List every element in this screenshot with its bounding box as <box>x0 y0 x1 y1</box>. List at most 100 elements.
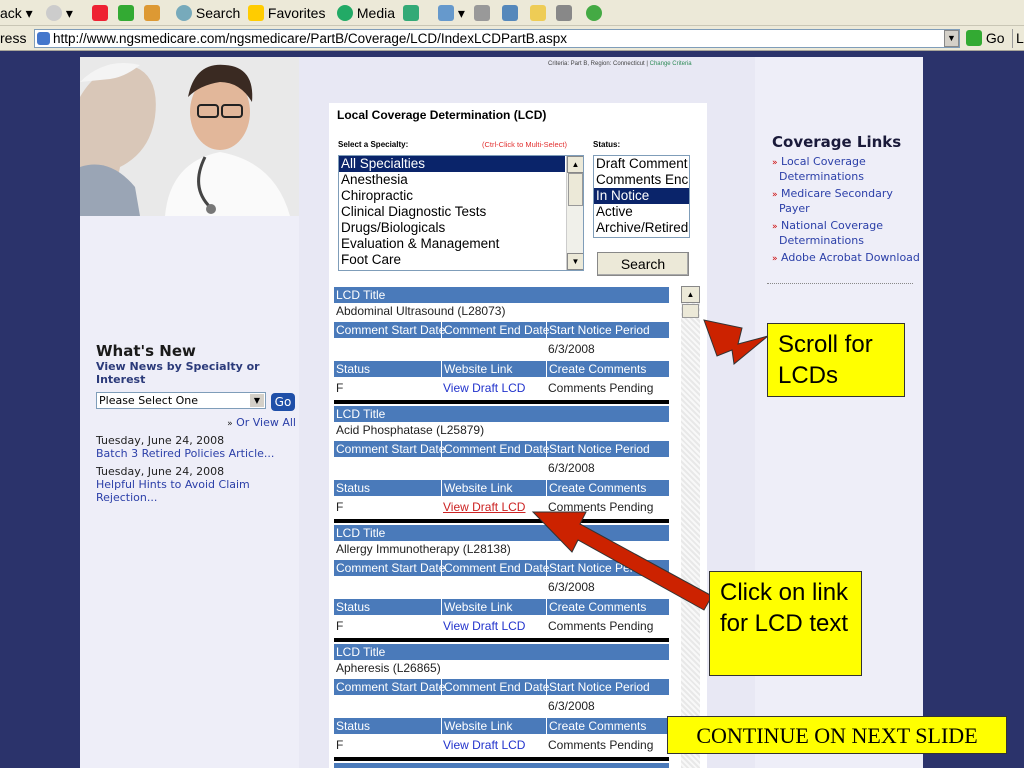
bullet-icon: » <box>227 419 233 429</box>
left-column: What's New View News by Specialty or Int… <box>80 57 299 768</box>
comment-start-date <box>334 460 439 476</box>
mail-icon <box>438 5 454 21</box>
divider <box>767 283 913 284</box>
url-input[interactable]: http://www.ngsmedicare.com/ngsmedicare/P… <box>34 29 960 48</box>
divider <box>334 638 669 642</box>
change-criteria-link[interactable]: Change Criteria <box>650 61 692 67</box>
go-arrow-icon <box>966 30 982 46</box>
scroll-thumb[interactable] <box>568 173 583 206</box>
forward-icon <box>46 5 62 21</box>
address-go-button[interactable]: Go <box>966 29 1005 48</box>
lcd-title: Acid Phosphatase (L25879) <box>336 423 485 437</box>
header-cell: Website Link <box>441 599 545 615</box>
start-notice-date: 6/3/2008 <box>548 342 595 356</box>
status-header-row: Status Website Link Create Comments <box>334 599 669 615</box>
news-link[interactable]: Batch 3 Retired Policies Article... <box>96 447 296 460</box>
header-cell: Start Notice Period <box>546 441 669 457</box>
folder-button[interactable] <box>530 3 546 23</box>
specialty-option[interactable]: Clinical Diagnostic Tests <box>339 204 565 220</box>
comment-start-date <box>334 579 439 595</box>
next-lcd-header <box>334 763 669 768</box>
view-draft-lcd-link[interactable]: View Draft LCD <box>441 618 545 634</box>
comment-end-date <box>441 341 545 357</box>
view-draft-lcd-link[interactable]: View Draft LCD <box>441 499 545 515</box>
scroll-up-icon[interactable]: ▲ <box>681 286 700 303</box>
lcd-status: F <box>336 738 344 752</box>
comment-start-date <box>334 341 439 357</box>
address-go-label: Go <box>985 30 1005 46</box>
specialty-news-select[interactable]: Please Select One ▼ <box>96 392 266 409</box>
lcd-results-list: LCD Title Abdominal Ultrasound (L28073) Co… <box>334 287 671 768</box>
lcd-panel: Local Coverage Determination (LCD) Selec… <box>329 103 707 768</box>
lcd-title: Abdominal Ultrasound (L28073) <box>336 304 506 318</box>
search-button[interactable]: Search <box>597 252 689 276</box>
home-button[interactable] <box>144 3 160 23</box>
header-cell: Create Comments <box>546 718 669 734</box>
status-option[interactable]: Active <box>594 204 689 220</box>
research-icon <box>556 5 572 21</box>
specialty-option[interactable]: Chiropractic <box>339 188 565 204</box>
specialty-option[interactable]: Foot Care <box>339 252 565 268</box>
print-button[interactable] <box>474 3 490 23</box>
specialty-scrollbar[interactable]: ▲ ▼ <box>566 156 583 270</box>
header-cell: Create Comments <box>546 361 669 377</box>
click-callout: Click on link for LCD text <box>709 571 862 676</box>
coverage-link[interactable]: » Adobe Acrobat Download <box>772 251 922 266</box>
multi-select-hint: (Ctrl-Click to Multi-Select) <box>482 140 568 149</box>
status-option[interactable]: In Notice <box>594 188 689 204</box>
specialty-option[interactable]: All Specialties <box>339 156 565 172</box>
history-button[interactable] <box>403 3 419 23</box>
view-draft-lcd-link[interactable]: View Draft LCD <box>441 380 545 396</box>
or-view-all-label: Or View All <box>236 416 296 429</box>
lcd-status: F <box>336 381 344 395</box>
coverage-link-label: Adobe Acrobat Download <box>781 251 920 264</box>
messenger-button[interactable] <box>586 3 602 23</box>
coverage-link-label: Medicare Secondary Payer <box>779 187 893 215</box>
lcd-status: F <box>336 619 344 633</box>
header-cell: Comment Start Date <box>336 323 446 337</box>
edit-button[interactable] <box>502 3 518 23</box>
status-option[interactable]: Draft Comment <box>594 156 689 172</box>
address-dropdown-button[interactable]: ▼ <box>944 30 959 47</box>
coverage-link[interactable]: » National Coverage Determinations <box>772 219 922 247</box>
messenger-icon <box>586 5 602 21</box>
whats-new-section: What's New View News by Specialty or Int… <box>96 342 296 504</box>
home-icon <box>144 5 160 21</box>
status-option[interactable]: Archive/Retired <box>594 220 689 236</box>
stop-button[interactable] <box>92 3 108 23</box>
header-cell: Start Notice Period <box>546 322 669 338</box>
status-option[interactable]: Comments Enc <box>594 172 689 188</box>
back-button[interactable]: ack ▾ <box>0 3 33 23</box>
scroll-thumb[interactable] <box>682 304 699 318</box>
mail-button[interactable]: ▾ <box>438 3 465 23</box>
whats-new-go-button[interactable]: Go <box>271 393 295 411</box>
favorites-button[interactable]: Favorites <box>248 3 325 23</box>
refresh-button[interactable] <box>118 3 134 23</box>
header-cell: Website Link <box>441 361 545 377</box>
media-button[interactable]: Media <box>337 3 395 23</box>
specialty-option[interactable]: Drugs/Biologicals <box>339 220 565 236</box>
view-draft-lcd-link[interactable]: View Draft LCD <box>441 737 545 753</box>
header-cell: Comment Start Date <box>336 680 446 694</box>
or-view-all-link[interactable]: » Or View All <box>96 416 296 429</box>
specialty-listbox[interactable]: All Specialties Anesthesia Chiropractic … <box>338 155 584 271</box>
forward-button[interactable]: ▾ <box>46 3 73 23</box>
header-cell: Status <box>336 600 371 614</box>
results-scrollbar[interactable]: ▲ <box>681 286 700 768</box>
status-listbox[interactable]: Draft Comment Comments Enc In Notice Act… <box>593 155 690 238</box>
scroll-up-icon[interactable]: ▲ <box>567 156 583 173</box>
research-button[interactable] <box>556 3 572 23</box>
header-cell: Comment End Date <box>441 322 549 338</box>
specialty-option[interactable]: Evaluation & Management <box>339 236 565 252</box>
news-link[interactable]: Helpful Hints to Avoid Claim Rejection..… <box>96 478 296 504</box>
scroll-down-icon[interactable]: ▼ <box>567 253 583 270</box>
whats-new-subtitle: View News by Specialty or Interest <box>96 360 260 386</box>
url-text: http://www.ngsmedicare.com/ngsmedicare/P… <box>53 31 567 46</box>
continue-banner: CONTINUE ON NEXT SLIDE <box>667 716 1007 754</box>
coverage-link[interactable]: » Medicare Secondary Payer <box>772 187 922 215</box>
search-toolbar-button[interactable]: Search <box>176 3 240 23</box>
header-cell: Start Notice Period <box>546 560 669 576</box>
links-label[interactable]: L <box>1012 29 1024 48</box>
specialty-option[interactable]: Anesthesia <box>339 172 565 188</box>
coverage-link[interactable]: » Local Coverage Determinations <box>772 155 922 183</box>
